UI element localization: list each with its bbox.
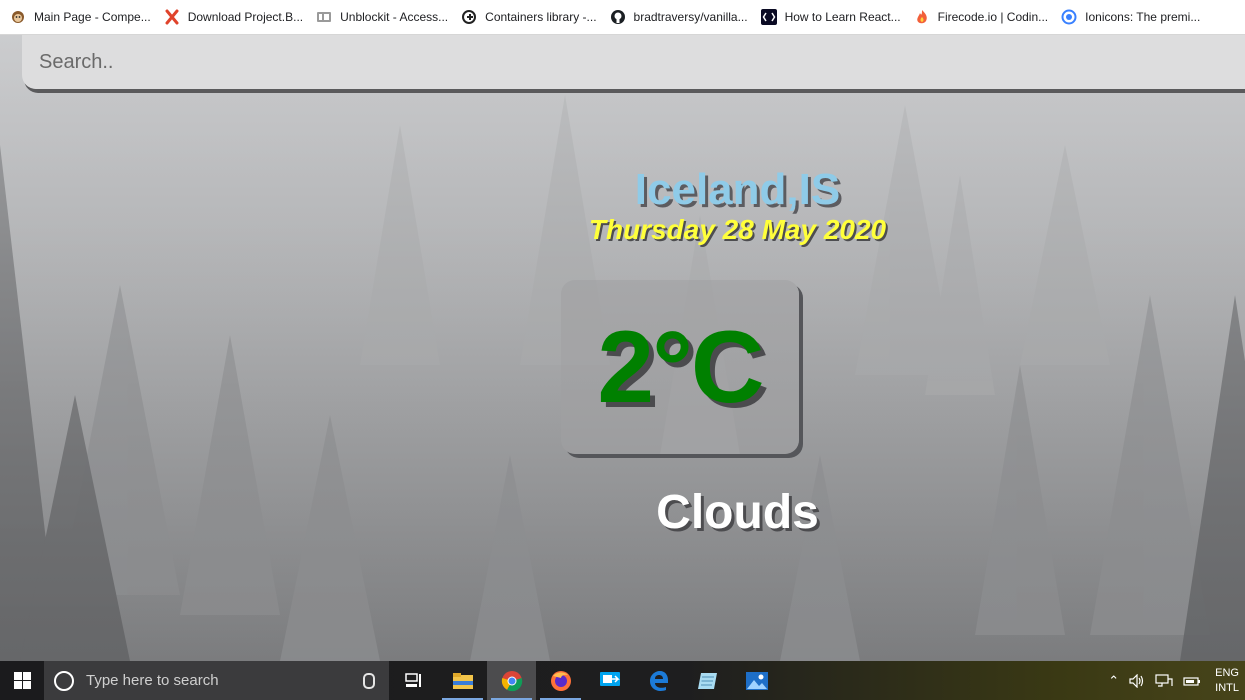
- taskbar: Type here to search ⌃ ENG INTL: [0, 661, 1245, 700]
- taskbar-app-file-explorer[interactable]: [438, 661, 487, 700]
- network-icon[interactable]: [1155, 673, 1173, 688]
- bookmark-download-project[interactable]: Download Project.B...: [164, 0, 303, 35]
- firecode-icon: [916, 10, 927, 24]
- bookmark-label: How to Learn React...: [784, 10, 901, 24]
- windows-logo-icon: [13, 672, 31, 689]
- taskbar-app-edge[interactable]: [634, 661, 683, 700]
- bookmark-label: bradtraversy/vanilla...: [633, 10, 748, 24]
- code-icon: [760, 9, 777, 25]
- bookmark-label: Download Project.B...: [187, 10, 304, 24]
- battery-icon[interactable]: [1183, 675, 1201, 687]
- language-line2: INTL: [1215, 681, 1239, 694]
- bookmark-containers[interactable]: Containers library -...: [461, 0, 597, 35]
- task-view-icon: [404, 672, 421, 687]
- quick-assist-icon: [599, 671, 620, 686]
- bookmark-label: Ionicons: The premi...: [1085, 10, 1201, 24]
- edge-icon: [649, 670, 668, 691]
- file-explorer-icon: [452, 672, 473, 689]
- taskbar-search-box[interactable]: Type here to search: [44, 661, 389, 700]
- monkey-icon: [12, 11, 24, 23]
- taskbar-app-quick-assist[interactable]: [585, 661, 634, 700]
- system-tray: ⌃ ENG INTL: [1108, 661, 1245, 700]
- bookmark-label: Unblockit - Access...: [340, 10, 449, 24]
- language-indicator[interactable]: ENG INTL: [1215, 666, 1239, 696]
- containers-icon: [462, 10, 477, 24]
- volume-icon[interactable]: [1129, 673, 1145, 688]
- taskbar-app-photos[interactable]: [732, 661, 781, 700]
- ub-logo-icon: [317, 12, 332, 22]
- cortana-icon: [54, 670, 74, 691]
- photos-icon: [745, 671, 768, 690]
- bookmark-ionicons[interactable]: Ionicons: The premi...: [1061, 0, 1200, 35]
- bookmark-main-page[interactable]: Main Page - Compe...: [10, 0, 151, 35]
- microphone-icon[interactable]: [363, 673, 375, 689]
- x-logo-icon: [165, 9, 179, 25]
- notepad-icon: [697, 672, 717, 689]
- search-bar: [22, 35, 1245, 89]
- chevron-up-icon[interactable]: ⌃: [1108, 673, 1119, 689]
- search-input[interactable]: [37, 49, 1141, 75]
- bookmark-label: Main Page - Compe...: [34, 10, 151, 24]
- firefox-icon: [550, 670, 571, 691]
- bookmarks-bar: Main Page - Compe... Download Project.B.…: [0, 0, 1245, 35]
- start-button[interactable]: [0, 661, 44, 700]
- taskbar-app-notepad[interactable]: [683, 661, 732, 700]
- temperature-card: 2°C: [561, 280, 799, 454]
- bookmark-bradtraversy[interactable]: bradtraversy/vanilla...: [610, 0, 748, 35]
- weather-condition: Clouds: [656, 486, 819, 539]
- bookmark-label: Containers library -...: [485, 10, 597, 24]
- github-icon: [610, 10, 625, 24]
- task-view-button[interactable]: [389, 661, 438, 700]
- taskbar-app-chrome[interactable]: [487, 661, 536, 700]
- bookmark-label: Firecode.io | Codin...: [937, 10, 1049, 24]
- bookmark-firecode[interactable]: Firecode.io | Codin...: [914, 0, 1049, 35]
- location-title: Iceland,IS: [634, 165, 841, 214]
- taskbar-search-placeholder: Type here to search: [86, 672, 219, 689]
- date-label: Thursday 28 May 2020: [588, 214, 887, 245]
- taskbar-app-firefox[interactable]: [536, 661, 585, 700]
- language-line1: ENG: [1215, 666, 1239, 679]
- temperature-value: 2°C: [597, 309, 764, 424]
- ionicons-icon: [1061, 9, 1077, 25]
- bookmark-unblockit[interactable]: Unblockit - Access...: [316, 0, 448, 35]
- chrome-icon: [501, 670, 522, 691]
- bookmark-learn-react[interactable]: How to Learn React...: [760, 0, 901, 35]
